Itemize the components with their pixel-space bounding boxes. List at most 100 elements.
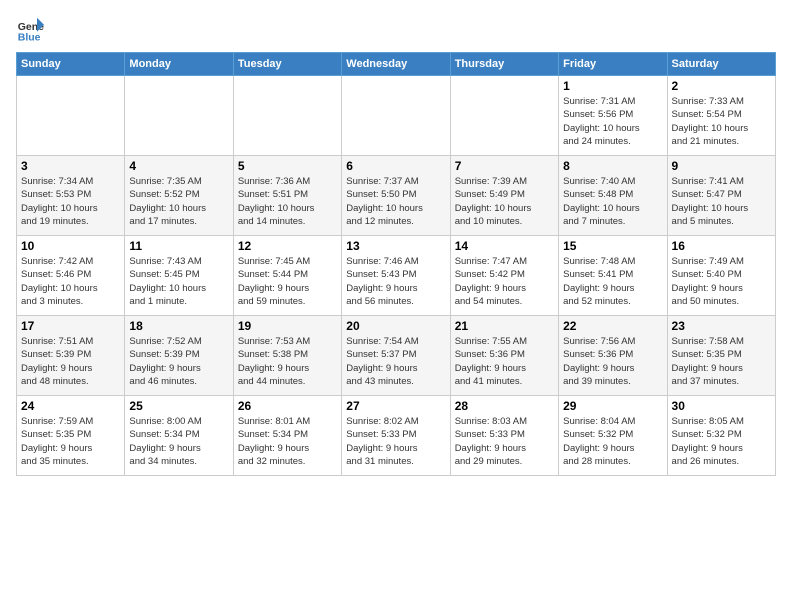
- day-number: 14: [455, 239, 554, 253]
- calendar-cell: 25Sunrise: 8:00 AM Sunset: 5:34 PM Dayli…: [125, 396, 233, 476]
- day-number: 18: [129, 319, 228, 333]
- day-number: 3: [21, 159, 120, 173]
- calendar-cell: 13 Sunrise: 7:46 AM Sunset: 5:43 PM Dayli…: [342, 236, 450, 316]
- calendar-cell: [233, 76, 341, 156]
- calendar-cell: 12 Sunrise: 7:45 AM Sunset: 5:44 PM Dayli…: [233, 236, 341, 316]
- calendar-cell: 17 Sunrise: 7:51 AM Sunset: 5:39 PM Dayli…: [17, 316, 125, 396]
- day-info: Sunrise: 7:43 AM Sunset: 5:45 PM Dayligh…: [129, 255, 228, 308]
- calendar-cell: 10Sunrise: 7:42 AM Sunset: 5:46 PM Dayli…: [17, 236, 125, 316]
- svg-text:Blue: Blue: [18, 32, 41, 44]
- calendar-week-row: 1 Sunrise: 7:31 AM Sunset: 5:56 PM Daylig…: [17, 76, 776, 156]
- calendar-week-row: 10Sunrise: 7:42 AM Sunset: 5:46 PM Dayli…: [17, 236, 776, 316]
- day-info: Sunrise: 7:58 AM Sunset: 5:35 PM Dayligh…: [672, 335, 771, 388]
- calendar-cell: 5 Sunrise: 7:36 AM Sunset: 5:51 PM Daylig…: [233, 156, 341, 236]
- day-info: Sunrise: 7:45 AM Sunset: 5:44 PM Dayligh…: [238, 255, 337, 308]
- day-number: 16: [672, 239, 771, 253]
- day-number: 27: [346, 399, 445, 413]
- day-info: Sunrise: 7:33 AM Sunset: 5:54 PM Dayligh…: [672, 95, 771, 148]
- day-number: 22: [563, 319, 662, 333]
- calendar-cell: 8 Sunrise: 7:40 AM Sunset: 5:48 PM Daylig…: [559, 156, 667, 236]
- calendar-cell: 9 Sunrise: 7:41 AM Sunset: 5:47 PM Daylig…: [667, 156, 775, 236]
- day-info: Sunrise: 8:00 AM Sunset: 5:34 PM Dayligh…: [129, 415, 228, 468]
- day-info: Sunrise: 7:55 AM Sunset: 5:36 PM Dayligh…: [455, 335, 554, 388]
- calendar-week-row: 17 Sunrise: 7:51 AM Sunset: 5:39 PM Dayli…: [17, 316, 776, 396]
- day-number: 20: [346, 319, 445, 333]
- calendar-cell: 7 Sunrise: 7:39 AM Sunset: 5:49 PM Daylig…: [450, 156, 558, 236]
- calendar-cell: [450, 76, 558, 156]
- calendar-cell: 3 Sunrise: 7:34 AM Sunset: 5:53 PM Daylig…: [17, 156, 125, 236]
- weekday-header: Tuesday: [233, 53, 341, 76]
- day-number: 29: [563, 399, 662, 413]
- day-number: 7: [455, 159, 554, 173]
- day-number: 6: [346, 159, 445, 173]
- calendar-cell: 29 Sunrise: 8:04 AM Sunset: 5:32 PM Dayli…: [559, 396, 667, 476]
- day-info: Sunrise: 7:40 AM Sunset: 5:48 PM Dayligh…: [563, 175, 662, 228]
- day-number: 1: [563, 79, 662, 93]
- calendar-cell: 27 Sunrise: 8:02 AM Sunset: 5:33 PM Dayli…: [342, 396, 450, 476]
- day-number: 24: [21, 399, 120, 413]
- day-number: 8: [563, 159, 662, 173]
- day-info: Sunrise: 7:36 AM Sunset: 5:51 PM Dayligh…: [238, 175, 337, 228]
- calendar-cell: 1 Sunrise: 7:31 AM Sunset: 5:56 PM Daylig…: [559, 76, 667, 156]
- calendar-week-row: 24 Sunrise: 7:59 AM Sunset: 5:35 PM Dayli…: [17, 396, 776, 476]
- day-info: Sunrise: 7:54 AM Sunset: 5:37 PM Dayligh…: [346, 335, 445, 388]
- day-info: Sunrise: 8:01 AM Sunset: 5:34 PM Dayligh…: [238, 415, 337, 468]
- day-number: 23: [672, 319, 771, 333]
- calendar-cell: 18Sunrise: 7:52 AM Sunset: 5:39 PM Dayli…: [125, 316, 233, 396]
- calendar-table: SundayMondayTuesdayWednesdayThursdayFrid…: [16, 52, 776, 476]
- day-info: Sunrise: 7:59 AM Sunset: 5:35 PM Dayligh…: [21, 415, 120, 468]
- calendar-cell: 11 Sunrise: 7:43 AM Sunset: 5:45 PM Dayli…: [125, 236, 233, 316]
- day-number: 4: [129, 159, 228, 173]
- day-info: Sunrise: 7:56 AM Sunset: 5:36 PM Dayligh…: [563, 335, 662, 388]
- day-number: 11: [129, 239, 228, 253]
- calendar-body: 1 Sunrise: 7:31 AM Sunset: 5:56 PM Daylig…: [17, 76, 776, 476]
- day-info: Sunrise: 7:31 AM Sunset: 5:56 PM Dayligh…: [563, 95, 662, 148]
- day-info: Sunrise: 8:04 AM Sunset: 5:32 PM Dayligh…: [563, 415, 662, 468]
- day-info: Sunrise: 7:42 AM Sunset: 5:46 PM Dayligh…: [21, 255, 120, 308]
- day-number: 5: [238, 159, 337, 173]
- day-number: 19: [238, 319, 337, 333]
- day-number: 26: [238, 399, 337, 413]
- weekday-header: Saturday: [667, 53, 775, 76]
- day-number: 9: [672, 159, 771, 173]
- day-info: Sunrise: 7:41 AM Sunset: 5:47 PM Dayligh…: [672, 175, 771, 228]
- day-number: 30: [672, 399, 771, 413]
- weekday-header: Wednesday: [342, 53, 450, 76]
- weekday-header: Thursday: [450, 53, 558, 76]
- calendar-week-row: 3 Sunrise: 7:34 AM Sunset: 5:53 PM Daylig…: [17, 156, 776, 236]
- weekday-header: Monday: [125, 53, 233, 76]
- calendar-cell: 21 Sunrise: 7:55 AM Sunset: 5:36 PM Dayli…: [450, 316, 558, 396]
- day-info: Sunrise: 7:34 AM Sunset: 5:53 PM Dayligh…: [21, 175, 120, 228]
- logo-icon: General Blue: [16, 16, 44, 44]
- calendar-cell: 24 Sunrise: 7:59 AM Sunset: 5:35 PM Dayli…: [17, 396, 125, 476]
- day-info: Sunrise: 8:05 AM Sunset: 5:32 PM Dayligh…: [672, 415, 771, 468]
- weekday-header: Friday: [559, 53, 667, 76]
- day-info: Sunrise: 7:35 AM Sunset: 5:52 PM Dayligh…: [129, 175, 228, 228]
- calendar-cell: 28Sunrise: 8:03 AM Sunset: 5:33 PM Dayli…: [450, 396, 558, 476]
- day-info: Sunrise: 7:51 AM Sunset: 5:39 PM Dayligh…: [21, 335, 120, 388]
- calendar-header: SundayMondayTuesdayWednesdayThursdayFrid…: [17, 53, 776, 76]
- calendar-cell: 16 Sunrise: 7:49 AM Sunset: 5:40 PM Dayli…: [667, 236, 775, 316]
- calendar-cell: [125, 76, 233, 156]
- logo: General Blue: [16, 16, 48, 44]
- day-number: 12: [238, 239, 337, 253]
- calendar-cell: 15Sunrise: 7:48 AM Sunset: 5:41 PM Dayli…: [559, 236, 667, 316]
- calendar-cell: 22 Sunrise: 7:56 AM Sunset: 5:36 PM Dayli…: [559, 316, 667, 396]
- day-info: Sunrise: 7:46 AM Sunset: 5:43 PM Dayligh…: [346, 255, 445, 308]
- day-number: 17: [21, 319, 120, 333]
- calendar-cell: 6 Sunrise: 7:37 AM Sunset: 5:50 PM Daylig…: [342, 156, 450, 236]
- calendar-cell: 19Sunrise: 7:53 AM Sunset: 5:38 PM Dayli…: [233, 316, 341, 396]
- day-number: 28: [455, 399, 554, 413]
- calendar-cell: [17, 76, 125, 156]
- page-header: General Blue: [16, 16, 776, 44]
- calendar-cell: 4 Sunrise: 7:35 AM Sunset: 5:52 PM Daylig…: [125, 156, 233, 236]
- day-info: Sunrise: 7:37 AM Sunset: 5:50 PM Dayligh…: [346, 175, 445, 228]
- calendar-cell: 23 Sunrise: 7:58 AM Sunset: 5:35 PM Dayli…: [667, 316, 775, 396]
- day-info: Sunrise: 8:02 AM Sunset: 5:33 PM Dayligh…: [346, 415, 445, 468]
- day-number: 21: [455, 319, 554, 333]
- calendar-cell: 26 Sunrise: 8:01 AM Sunset: 5:34 PM Dayli…: [233, 396, 341, 476]
- day-info: Sunrise: 7:49 AM Sunset: 5:40 PM Dayligh…: [672, 255, 771, 308]
- day-number: 13: [346, 239, 445, 253]
- day-info: Sunrise: 7:39 AM Sunset: 5:49 PM Dayligh…: [455, 175, 554, 228]
- day-number: 15: [563, 239, 662, 253]
